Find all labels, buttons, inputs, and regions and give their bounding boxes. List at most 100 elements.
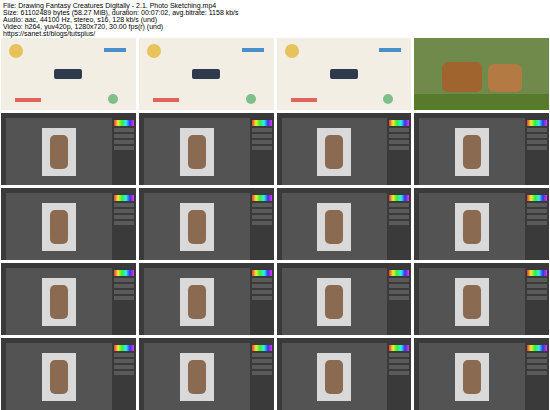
panel-row: [252, 365, 272, 369]
panel-row: [114, 209, 134, 213]
decoration: [291, 98, 317, 102]
canvas-area: [419, 118, 525, 185]
canvas: [317, 278, 351, 326]
layers-panel: [525, 118, 549, 185]
toolbar: [414, 118, 419, 185]
panel-row: [389, 134, 409, 138]
panel-row: [114, 365, 134, 369]
video-frame: [414, 188, 549, 260]
workspace: [139, 193, 274, 260]
panel-row: [114, 371, 134, 375]
layers-panel: [250, 118, 274, 185]
layers-panel: [525, 268, 549, 335]
panel-row: [527, 278, 547, 282]
canvas: [180, 203, 214, 251]
panel-row: [389, 353, 409, 357]
decoration: [383, 94, 393, 104]
color-swatches: [527, 120, 547, 126]
panel-row: [252, 134, 272, 138]
panel-row: [114, 146, 134, 150]
horse-shape: [488, 64, 522, 92]
layers-panel: [387, 343, 411, 410]
panel-row: [252, 128, 272, 132]
color-swatches: [527, 345, 547, 351]
panel-row: [527, 215, 547, 219]
canvas: [42, 278, 76, 326]
panel-row: [252, 140, 272, 144]
panel-row: [527, 146, 547, 150]
color-swatches: [114, 195, 134, 201]
toolbar: [1, 193, 6, 260]
video-frame: [1, 338, 136, 410]
toolbar: [414, 193, 419, 260]
panel-row: [389, 221, 409, 225]
layers-panel: [387, 118, 411, 185]
figure-shape: [325, 285, 343, 319]
canvas-area: [282, 118, 388, 185]
figure-shape: [325, 360, 343, 394]
panel-row: [527, 365, 547, 369]
panel-row: [389, 140, 409, 144]
toolbar: [139, 268, 144, 335]
toolbar: [277, 343, 282, 410]
logo-block: [54, 69, 82, 79]
panel-row: [389, 128, 409, 132]
panel-row: [252, 284, 272, 288]
layers-panel: [525, 193, 549, 260]
figure-shape: [188, 135, 206, 169]
video-frame: [277, 188, 412, 260]
figure-shape: [463, 210, 481, 244]
decoration: [9, 44, 23, 58]
canvas-area: [6, 343, 112, 410]
video-frame: [414, 113, 549, 185]
thumbnail-grid: [0, 38, 550, 410]
canvas: [317, 128, 351, 176]
video-frame: [1, 113, 136, 185]
workspace: [1, 343, 136, 410]
panel-row: [114, 290, 134, 294]
layers-panel: [250, 193, 274, 260]
panel-row: [252, 371, 272, 375]
workspace: [139, 118, 274, 185]
decoration: [153, 98, 179, 102]
panel-row: [527, 128, 547, 132]
panel-row: [252, 215, 272, 219]
panel-row: [252, 353, 272, 357]
canvas-area: [282, 268, 388, 335]
photo-ground: [414, 94, 549, 110]
color-swatches: [389, 195, 409, 201]
workspace: [139, 268, 274, 335]
logo-block: [330, 69, 358, 79]
panel-row: [114, 284, 134, 288]
panel-row: [114, 128, 134, 132]
figure-shape: [50, 210, 68, 244]
toolbar: [1, 268, 6, 335]
toolbar: [139, 193, 144, 260]
toolbar: [277, 118, 282, 185]
figure-shape: [50, 135, 68, 169]
panel-row: [114, 203, 134, 207]
toolbar: [1, 343, 6, 410]
panel-row: [252, 296, 272, 300]
video-frame: [277, 263, 412, 335]
canvas-area: [144, 193, 250, 260]
video-frame: [1, 188, 136, 260]
panel-row: [527, 353, 547, 357]
figure-shape: [50, 285, 68, 319]
figure-shape: [463, 285, 481, 319]
toolbar: [277, 268, 282, 335]
canvas: [180, 278, 214, 326]
panel-row: [527, 359, 547, 363]
video-frame: [139, 113, 274, 185]
decoration: [242, 48, 264, 52]
canvas-area: [144, 118, 250, 185]
layers-panel: [250, 268, 274, 335]
video-frame: [139, 263, 274, 335]
photo-background: [414, 38, 549, 94]
figure-shape: [463, 360, 481, 394]
workspace: [277, 118, 412, 185]
workspace: [277, 343, 412, 410]
canvas: [455, 278, 489, 326]
canvas: [42, 203, 76, 251]
canvas: [317, 203, 351, 251]
